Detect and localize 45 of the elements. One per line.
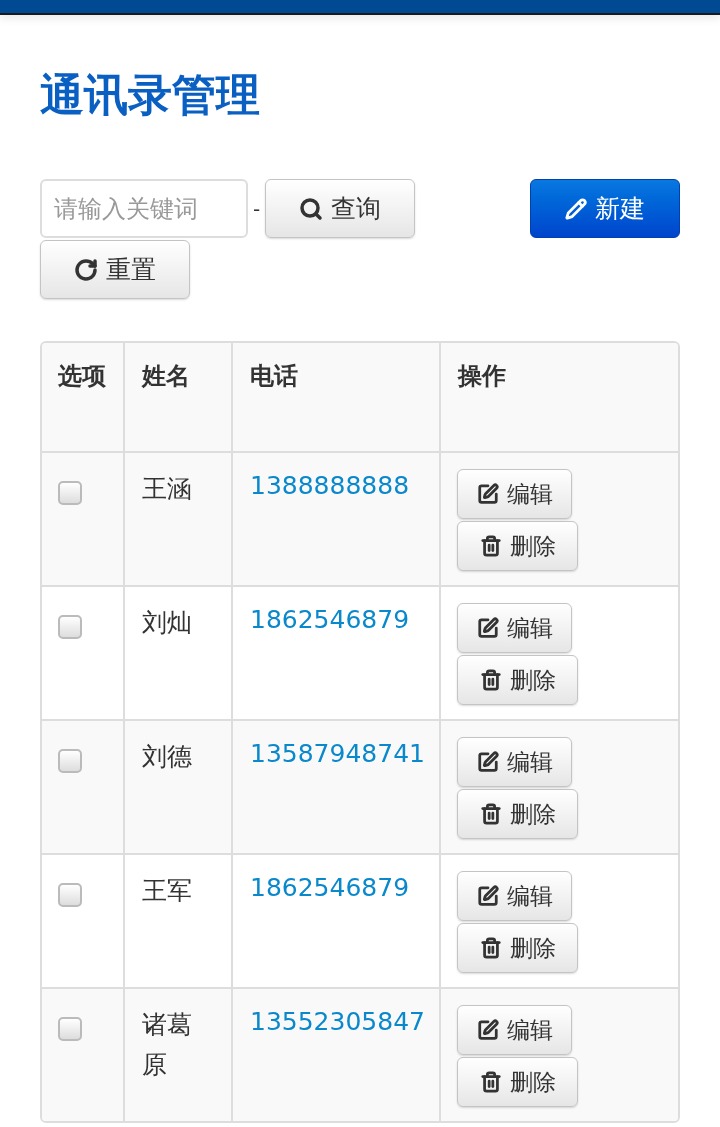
separator: - [253,195,261,223]
edit-button[interactable]: 编辑 [457,469,572,519]
row-checkbox[interactable] [58,481,82,505]
delete-button[interactable]: 删除 [457,655,578,705]
trash-icon [479,937,502,959]
contact-name: 诸葛原 [142,1009,193,1081]
search-icon [299,196,324,221]
trash-icon [479,669,502,691]
phone-link[interactable]: 1388888888 [250,471,410,500]
phone-link[interactable]: 1862546879 [250,873,410,902]
row-checkbox[interactable] [58,615,82,639]
trash-icon [479,535,502,557]
edit-button[interactable]: 编辑 [457,1005,572,1055]
reset-button[interactable]: 重置 [40,240,190,299]
edit-button[interactable]: 编辑 [457,737,572,787]
contact-name: 刘德 [142,741,193,773]
delete-button[interactable]: 删除 [457,789,578,839]
edit-button[interactable]: 编辑 [457,603,572,653]
trash-icon [479,803,502,825]
edit-icon [476,617,499,639]
delete-button[interactable]: 删除 [457,521,578,571]
edit-icon [476,483,499,505]
contact-name: 王涵 [142,473,193,505]
row-checkbox[interactable] [58,749,82,773]
edit-icon [476,1019,499,1041]
edit-icon [476,751,499,773]
column-header: 操作 [456,361,507,392]
query-button[interactable]: 查询 [265,179,416,238]
contact-name: 王军 [142,875,193,907]
phone-link[interactable]: 13552305847 [250,1007,425,1036]
phone-link[interactable]: 1862546879 [250,605,410,634]
refresh-icon [74,257,98,282]
row-checkbox[interactable] [58,883,82,907]
edit-button[interactable]: 编辑 [457,871,572,921]
trash-icon [479,1071,502,1093]
row-checkbox[interactable] [58,1017,82,1041]
page-title: 通讯录管理 [40,68,261,122]
phone-link[interactable]: 13587948741 [250,739,425,768]
pencil-icon [565,197,587,220]
contact-name: 刘灿 [142,607,193,639]
edit-icon [476,885,499,907]
search-field[interactable]: 请输入关键词 [40,179,248,238]
new-button[interactable]: 新建 [530,179,680,238]
delete-button[interactable]: 删除 [457,1057,578,1107]
delete-button[interactable]: 删除 [457,923,578,973]
